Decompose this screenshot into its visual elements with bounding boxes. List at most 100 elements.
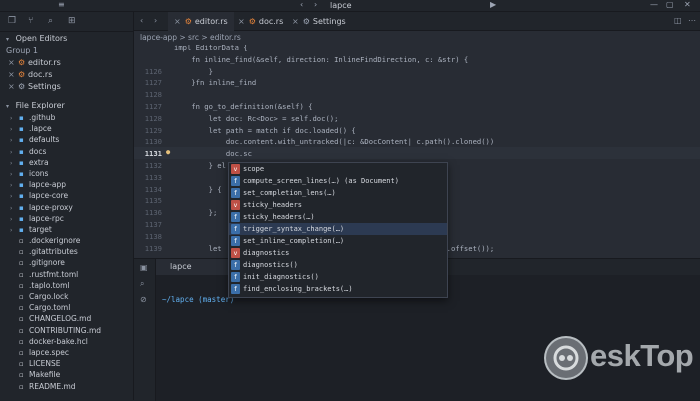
code-line[interactable]: 1126 } bbox=[134, 65, 700, 77]
tree-item[interactable]: ▫ README.md bbox=[0, 381, 133, 392]
play-icon[interactable]: ▶ bbox=[490, 0, 496, 9]
line-number: 1139 bbox=[144, 243, 162, 253]
tree-item[interactable]: ▫ Cargo.toml bbox=[0, 302, 133, 313]
completion-item[interactable]: v diagnostics bbox=[229, 247, 447, 259]
close-icon[interactable]: × bbox=[238, 17, 245, 26]
chevron-right-icon[interactable]: › bbox=[154, 16, 157, 25]
files-icon[interactable]: ❐ bbox=[8, 16, 16, 26]
completion-item[interactable]: f sticky_headers(…) bbox=[229, 211, 447, 223]
folder-icon: ▪ bbox=[19, 192, 24, 201]
code-line[interactable]: 1128 bbox=[134, 88, 700, 100]
tab-editor-rs[interactable]: × ⚙ editor.rs bbox=[168, 12, 234, 31]
tree-item[interactable]: › ▪ docs bbox=[0, 146, 133, 157]
chevron-left-icon[interactable]: ‹ bbox=[140, 16, 143, 25]
open-editor-item[interactable]: × ⚙ Settings bbox=[0, 81, 133, 93]
open-editors-header[interactable]: ▾ Open Editors bbox=[0, 32, 133, 45]
tree-item[interactable]: › ▪ icons bbox=[0, 168, 133, 179]
tree-item[interactable]: ▫ LICENSE bbox=[0, 358, 133, 369]
close-icon[interactable]: × bbox=[292, 17, 299, 26]
maximize-button[interactable]: ▢ bbox=[666, 0, 674, 9]
tree-item[interactable]: ▫ .dockerignore bbox=[0, 235, 133, 246]
open-editor-item[interactable]: × ⚙ editor.rs bbox=[0, 57, 133, 69]
code-line[interactable]: fn inline_find(&self, direction: InlineF… bbox=[134, 53, 700, 65]
tree-item[interactable]: ▫ CHANGELOG.md bbox=[0, 313, 133, 324]
tree-item-label: lapce-core bbox=[29, 191, 69, 201]
close-icon[interactable]: × bbox=[8, 81, 18, 93]
close-window-button[interactable]: ✕ bbox=[684, 0, 691, 9]
tree-item[interactable]: ▫ docker-bake.hcl bbox=[0, 336, 133, 347]
function-kind-icon: f bbox=[231, 260, 240, 270]
code-line[interactable]: impl EditorData { bbox=[134, 45, 700, 53]
terminal-icon[interactable]: ▣ bbox=[140, 263, 148, 272]
tree-item[interactable]: ▫ .taplo.toml bbox=[0, 280, 133, 291]
code-line[interactable]: 1128 let doc: Rc<Doc> = self.doc(); bbox=[134, 112, 700, 124]
lightbulb-icon[interactable]: ● bbox=[166, 148, 170, 156]
tree-item[interactable]: › ▪ lapce-rpc bbox=[0, 213, 133, 224]
menu-icon[interactable]: ≡ bbox=[58, 0, 65, 9]
completion-item[interactable]: f diagnostics() bbox=[229, 259, 447, 271]
chevron-right-icon[interactable]: › bbox=[314, 0, 317, 9]
function-kind-icon: f bbox=[231, 224, 240, 234]
tree-item[interactable]: ▫ CONTRIBUTING.md bbox=[0, 325, 133, 336]
tree-item[interactable]: ▫ .rustfmt.toml bbox=[0, 269, 133, 280]
tree-item[interactable]: › ▪ lapce-core bbox=[0, 190, 133, 201]
minimize-button[interactable]: — bbox=[650, 0, 658, 9]
variable-kind-icon: v bbox=[231, 200, 240, 210]
chevron-left-icon[interactable]: ‹ bbox=[300, 0, 303, 9]
code-text: } { bbox=[174, 184, 222, 194]
tree-item-label: .gitattributes bbox=[29, 247, 78, 257]
tree-item-label: docker-bake.hcl bbox=[29, 336, 88, 346]
completion-item[interactable]: f compute_screen_lines(…) (as Document) bbox=[229, 175, 447, 187]
tree-item[interactable]: › ▪ target bbox=[0, 224, 133, 235]
completion-item[interactable]: v scope bbox=[229, 163, 447, 175]
search-icon[interactable]: ⌕ bbox=[48, 16, 53, 26]
tree-item-label: defaults bbox=[29, 135, 60, 145]
code-text: let doc: Rc<Doc> = self.doc(); bbox=[174, 113, 339, 123]
code-line[interactable]: 1131 doc.sc ● bbox=[134, 147, 700, 160]
tree-item[interactable]: ▫ lapce.spec bbox=[0, 347, 133, 358]
close-icon[interactable]: × bbox=[8, 57, 18, 69]
completion-item[interactable]: f trigger_syntax_change(…) bbox=[229, 223, 447, 235]
code-line[interactable]: 1129 let path = match if doc.loaded() { bbox=[134, 124, 700, 136]
tree-item[interactable]: ▫ .gitignore bbox=[0, 257, 133, 268]
file-explorer-header[interactable]: ▾ File Explorer bbox=[0, 99, 133, 112]
tab-doc-rs[interactable]: × ⚙ doc.rs bbox=[232, 12, 289, 31]
rust-file-icon: ⚙ bbox=[248, 17, 256, 26]
completion-item[interactable]: f init_diagnostics() bbox=[229, 271, 447, 283]
search-icon[interactable]: ⌕ bbox=[140, 279, 144, 289]
tree-item[interactable]: › ▪ lapce-app bbox=[0, 179, 133, 190]
tree-item[interactable]: ▫ Cargo.lock bbox=[0, 291, 133, 302]
tree-item[interactable]: › ▪ lapce-proxy bbox=[0, 202, 133, 213]
function-kind-icon: f bbox=[231, 272, 240, 282]
terminal-prompt: ~/lapce (master) bbox=[162, 295, 235, 304]
tree-item[interactable]: › ▪ .lapce bbox=[0, 123, 133, 134]
more-icon[interactable]: ⋯ bbox=[688, 16, 696, 25]
tree-item[interactable]: › ▪ extra bbox=[0, 157, 133, 168]
line-number: 1133 bbox=[144, 172, 162, 182]
close-icon[interactable]: × bbox=[174, 17, 181, 26]
problems-icon[interactable]: ⊘ bbox=[140, 295, 147, 304]
tree-item[interactable]: › ▪ defaults bbox=[0, 134, 133, 145]
line-number: 1135 bbox=[144, 196, 162, 206]
code-text: }fn inline_find bbox=[174, 78, 257, 88]
code-line[interactable]: 1127 fn go_to_definition(&self) { bbox=[134, 100, 700, 112]
completion-item[interactable]: f set_inline_completion(…) bbox=[229, 235, 447, 247]
tree-item[interactable]: › ▪ .github bbox=[0, 112, 133, 123]
completion-label: sticky_headers bbox=[243, 201, 303, 209]
completion-item[interactable]: f set_completion_lens(…) bbox=[229, 187, 447, 199]
plugins-icon[interactable]: ⊞ bbox=[68, 16, 76, 26]
code-line[interactable]: 1130 doc.content.with_untracked(|c: &Doc… bbox=[134, 135, 700, 147]
tree-item-label: .github bbox=[29, 113, 56, 122]
tree-item[interactable]: ▫ Makefile bbox=[0, 369, 133, 380]
tree-item[interactable]: ▫ .gitattributes bbox=[0, 246, 133, 257]
completion-label: diagnostics bbox=[243, 249, 290, 257]
close-icon[interactable]: × bbox=[8, 69, 18, 81]
open-editor-item[interactable]: × ⚙ doc.rs bbox=[0, 69, 133, 81]
completion-item[interactable]: v sticky_headers bbox=[229, 199, 447, 211]
code-line[interactable]: 1127 }fn inline_find bbox=[134, 76, 700, 88]
tab-settings[interactable]: × ⚙ Settings bbox=[286, 12, 352, 31]
split-editor-icon[interactable]: ◫ bbox=[674, 16, 682, 25]
completion-item[interactable]: f find_enclosing_brackets(…) bbox=[229, 283, 447, 295]
watermark-text: eskTop bbox=[590, 338, 694, 373]
source-control-icon[interactable]: ⑂ bbox=[28, 16, 33, 26]
